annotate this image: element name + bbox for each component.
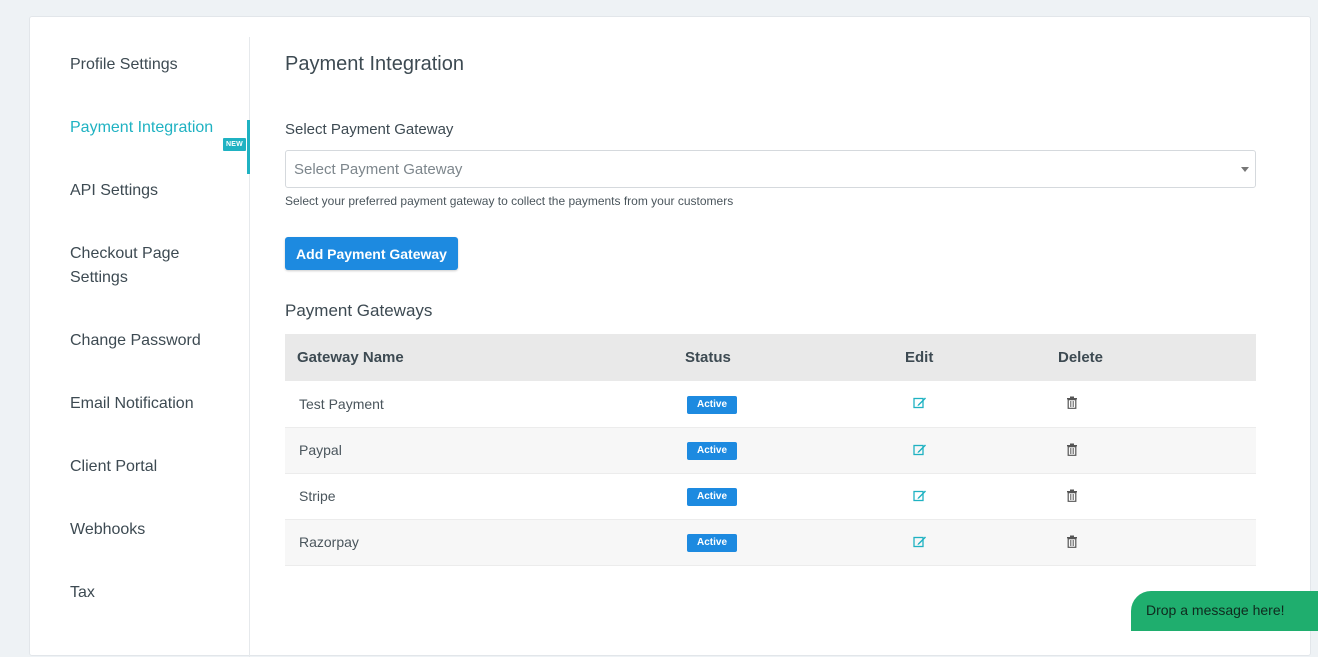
column-header-edit: Edit [893, 334, 1046, 381]
table-row: Paypal Active [285, 427, 1256, 474]
sidebar-item-tax[interactable]: Tax [70, 581, 220, 605]
edit-icon[interactable] [913, 489, 927, 505]
page-title: Payment Integration [285, 53, 464, 75]
sidebar-item-api-settings[interactable]: API Settings [70, 179, 220, 203]
trash-icon[interactable] [1066, 396, 1078, 412]
gateway-select-placeholder: Select Payment Gateway [294, 161, 463, 178]
gateway-name: Test Payment [285, 381, 673, 428]
settings-card: Profile Settings Payment Integration NEW… [29, 16, 1311, 657]
trash-icon[interactable] [1066, 489, 1078, 505]
sidebar-item-payment-integration[interactable]: Payment Integration [70, 116, 220, 140]
column-header-gateway-name: Gateway Name [285, 334, 673, 381]
table-row: Razorpay Active [285, 519, 1256, 566]
column-header-delete: Delete [1046, 334, 1256, 381]
column-header-status: Status [673, 334, 893, 381]
trash-icon[interactable] [1066, 443, 1078, 459]
gateway-name: Paypal [285, 427, 673, 474]
chat-widget-button[interactable]: Drop a message here! [1131, 591, 1318, 631]
sidebar-item-checkout-page-settings[interactable]: Checkout Page Settings [70, 242, 220, 290]
section-title: Payment Gateways [285, 301, 433, 320]
gateway-select-help: Select your preferred payment gateway to… [285, 194, 734, 208]
chevron-down-icon [1241, 167, 1249, 172]
status-badge: Active [687, 442, 738, 460]
table-row: Test Payment Active [285, 381, 1256, 428]
new-badge: NEW [223, 138, 246, 151]
gateway-select-label: Select Payment Gateway [285, 121, 454, 138]
sidebar-item-profile-settings[interactable]: Profile Settings [70, 53, 220, 77]
status-badge: Active [687, 534, 738, 552]
gateway-name: Stripe [285, 473, 673, 520]
table-row: Stripe Active [285, 473, 1256, 520]
gateway-name: Razorpay [285, 519, 673, 566]
gateways-table: Gateway Name Status Edit Delete Test Pay… [285, 334, 1256, 566]
sidebar-item-webhooks[interactable]: Webhooks [70, 518, 220, 542]
active-indicator [247, 120, 250, 174]
add-payment-gateway-button[interactable]: Add Payment Gateway [285, 237, 458, 270]
sidebar-item-email-notification[interactable]: Email Notification [70, 392, 220, 416]
edit-icon[interactable] [913, 396, 927, 412]
edit-icon[interactable] [913, 535, 927, 551]
table-header-row: Gateway Name Status Edit Delete [285, 334, 1256, 381]
sidebar-item-change-password[interactable]: Change Password [70, 329, 220, 353]
trash-icon[interactable] [1066, 535, 1078, 551]
settings-sidebar: Profile Settings Payment Integration NEW… [30, 37, 250, 657]
gateway-select[interactable]: Select Payment Gateway [285, 150, 1256, 188]
sidebar-item-client-portal[interactable]: Client Portal [70, 455, 220, 479]
status-badge: Active [687, 395, 738, 414]
edit-icon[interactable] [913, 443, 927, 459]
status-badge: Active [687, 488, 738, 506]
